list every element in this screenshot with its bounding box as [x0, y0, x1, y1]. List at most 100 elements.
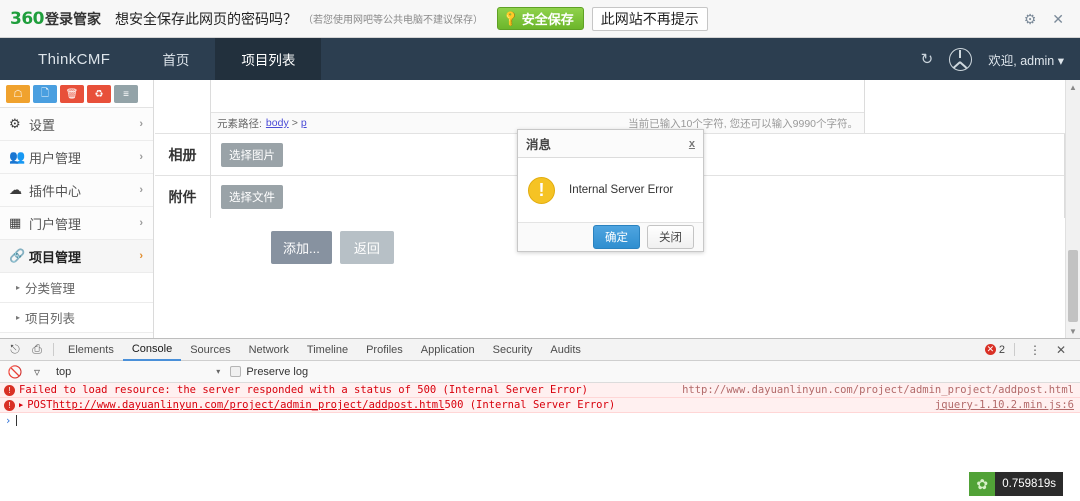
console-error-row[interactable]: ! ▶ POST http://www.dayuanlinyun.com/pro… [0, 398, 1080, 413]
expand-triangle-icon[interactable]: ▶ [19, 401, 23, 409]
link-icon: 🔗 [9, 248, 26, 263]
editor-path-p-link[interactable]: p [301, 117, 307, 129]
page-load-timer-badge[interactable]: ✿ 0.759819s [969, 472, 1063, 496]
clear-console-icon[interactable]: 🚫 [4, 362, 26, 382]
inspect-element-icon[interactable]: ⎋ [4, 340, 26, 360]
dialog-header: 消息 x [518, 130, 703, 158]
toolbar-divider [53, 343, 54, 356]
confirm-button[interactable]: 确定 [593, 225, 640, 249]
tab-sources[interactable]: Sources [181, 339, 239, 361]
chevron-right-icon: › [139, 250, 143, 262]
scrollbar-thumb[interactable] [1068, 250, 1078, 322]
browser-window: 360 登录管家 想安全保存此网页的密码吗？ （若您使用网吧等公共电脑不建议保存… [0, 0, 1080, 501]
sidebar-item-label: 设置 [29, 117, 56, 133]
console-filter-bar: 🚫 ▿ top ▾ Preserve log [0, 361, 1080, 383]
select-image-button[interactable]: 选择图片 [221, 142, 283, 167]
toolbar-divider [1014, 343, 1015, 356]
tab-security[interactable]: Security [484, 339, 542, 361]
nav-item-home[interactable]: 首页 [136, 38, 215, 80]
refresh-icon[interactable]: ♻ [87, 85, 111, 103]
close-icon[interactable]: ✕ [1052, 12, 1064, 26]
device-toolbar-icon[interactable]: ⎙ [26, 340, 48, 360]
tab-console[interactable]: Console [122, 339, 182, 361]
chevron-right-icon: › [139, 217, 143, 229]
preserve-log-label: Preserve log [246, 365, 309, 378]
console-error-source[interactable]: http://www.dayuanlinyun.com/project/admi… [682, 384, 1074, 396]
submit-button[interactable]: 添加... [271, 231, 332, 264]
console-error-url[interactable]: http://www.dayuanlinyun.com/project/admi… [53, 399, 445, 411]
scroll-up-arrow[interactable]: ▲ [1066, 80, 1080, 94]
sidebar-item-settings[interactable]: ⚙ 设置 › [0, 108, 153, 141]
form-label-attachment: 附件 [168, 188, 197, 205]
gear-icon: ⚙ [9, 116, 21, 131]
error-circle-icon: ✕ [984, 344, 996, 355]
brand-360-logo: 360 [10, 8, 45, 29]
app-navbar: ThinkCMF 首页 项目列表 ↻ 欢迎, admin ▾ [0, 38, 1080, 80]
kebab-menu-icon[interactable]: ⋮ [1024, 340, 1046, 360]
close-icon[interactable]: x [689, 138, 695, 150]
nav-item-project-list[interactable]: 项目列表 [215, 38, 322, 80]
select-file-button[interactable]: 选择文件 [221, 184, 283, 209]
trash-icon[interactable]: 🗑 [60, 85, 84, 103]
rich-text-editor: 元素路径: body > p 当前已输入10个字符, 您还可以输入9990个字符… [210, 80, 865, 133]
cloud-icon: ☁ [9, 182, 22, 197]
warning-icon: ! [528, 176, 555, 204]
secure-save-button[interactable]: 🔑 安全保存 [497, 7, 584, 30]
page-scrollbar[interactable]: ▲ ▼ [1065, 80, 1080, 338]
notification-hint: （若您使用网吧等公共电脑不建议保存） [303, 15, 483, 26]
tab-audits[interactable]: Audits [541, 339, 590, 361]
sidebar-item-user-management[interactable]: 👥 用户管理 › [0, 141, 153, 174]
prompt-caret-icon: › [5, 414, 12, 427]
text-cursor [16, 415, 18, 426]
form-label-album: 相册 [168, 146, 197, 163]
tab-elements[interactable]: Elements [59, 339, 123, 361]
file-icon[interactable]: 🗋 [33, 85, 57, 103]
editor-path-body-link[interactable]: body [266, 117, 289, 129]
notification-question: 想安全保存此网页的密码吗？ [115, 10, 297, 27]
tab-network[interactable]: Network [240, 339, 298, 361]
chevron-right-icon: › [139, 118, 143, 130]
scroll-down-arrow[interactable]: ▼ [1066, 324, 1080, 338]
console-error-row[interactable]: ! Failed to load resource: the server re… [0, 383, 1080, 398]
sidebar-item-plugin-center[interactable]: ☁ 插件中心 › [0, 174, 153, 207]
sidebar-subitem-category-management[interactable]: ▸ 分类管理 [0, 273, 153, 303]
never-prompt-button[interactable]: 此网站不再提示 [591, 6, 708, 31]
console-prompt[interactable]: › [0, 413, 1080, 428]
password-manager-notification-bar: 360 登录管家 想安全保存此网页的密码吗？ （若您使用网吧等公共电脑不建议保存… [0, 0, 1080, 38]
console-context-selector[interactable]: top [56, 366, 71, 378]
sidebar-item-label: 插件中心 [29, 183, 82, 199]
editor-textarea[interactable] [211, 80, 864, 113]
tab-application[interactable]: Application [412, 339, 484, 361]
chevron-down-icon[interactable]: ▾ [216, 367, 220, 376]
tab-timeline[interactable]: Timeline [298, 339, 357, 361]
console-error-source[interactable]: jquery-1.10.2.min.js:6 [935, 399, 1074, 411]
sidebar-item-project-management[interactable]: 🔗 项目管理 › [0, 240, 153, 273]
sidebar-quick-icons: ☖ 🗋 🗑 ♻ ≡ [0, 80, 153, 108]
navbar-right-controls: ↻ 欢迎, admin ▾ [921, 38, 1080, 80]
avatar-icon[interactable] [949, 47, 973, 71]
error-count-badge[interactable]: ✕ 2 [984, 344, 1005, 356]
triangle-right-icon: ▸ [16, 283, 21, 292]
secure-save-label: 安全保存 [521, 12, 574, 27]
key-icon: 🔑 [502, 9, 521, 28]
back-button[interactable]: 返回 [339, 231, 394, 264]
triangle-right-icon: ▸ [16, 313, 21, 322]
console-error-text: Failed to load resource: the server resp… [19, 384, 588, 396]
tab-profiles[interactable]: Profiles [357, 339, 412, 361]
sidebar-subitem-project-list[interactable]: ▸ 项目列表 [0, 303, 153, 333]
user-menu[interactable]: 欢迎, admin ▾ [988, 50, 1064, 69]
error-circle-icon: ! [4, 384, 15, 396]
close-icon[interactable]: ✕ [1050, 340, 1072, 360]
devtools-toolbar-right: ✕ 2 ⋮ ✕ [984, 340, 1080, 360]
dialog-message: Internal Server Error [569, 184, 674, 196]
brand-360-label: 登录管家 [45, 10, 101, 27]
close-dialog-button[interactable]: 关闭 [647, 225, 694, 249]
gear-icon[interactable]: ⚙ [1024, 12, 1037, 26]
refresh-icon[interactable]: ↻ [921, 50, 934, 68]
home-icon[interactable]: ☖ [6, 85, 30, 103]
preserve-log-checkbox[interactable] [230, 366, 242, 377]
sidebar-item-portal-management[interactable]: ▦ 门户管理 › [0, 207, 153, 240]
app-logo[interactable]: ThinkCMF [0, 38, 136, 80]
filter-icon[interactable]: ▿ [26, 362, 48, 382]
list-icon[interactable]: ≡ [114, 85, 138, 103]
